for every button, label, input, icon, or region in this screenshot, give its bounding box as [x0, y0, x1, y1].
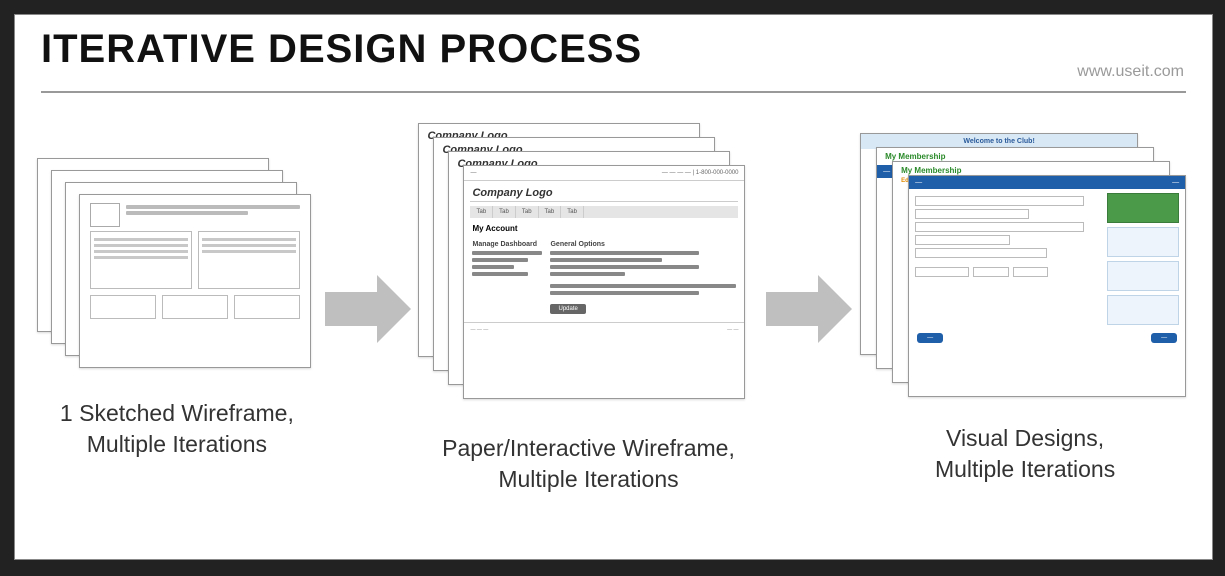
- stage-caption: 1 Sketched Wireframe, Multiple Iteration…: [60, 398, 294, 460]
- stage-caption: Visual Designs, Multiple Iterations: [935, 423, 1115, 485]
- primary-button: —: [917, 333, 943, 343]
- primary-button: —: [1151, 333, 1177, 343]
- wire-card: —— — — — | 1-800-000-0000 Company Logo T…: [463, 165, 745, 399]
- sketch-card: [79, 194, 311, 368]
- wire-stack: Company Logo Company Logo Company Logo —…: [418, 123, 758, 413]
- caption-line: Multiple Iterations: [498, 466, 678, 492]
- visual-stack: Welcome to the Club! My Membership —— My…: [860, 133, 1190, 403]
- update-button: Update: [550, 304, 585, 314]
- company-logo-label: Company Logo: [464, 181, 744, 201]
- stage-wireframe: Company Logo Company Logo Company Logo —…: [418, 123, 758, 495]
- caption-line: 1 Sketched Wireframe,: [60, 400, 294, 426]
- visual-card: ——: [908, 175, 1186, 397]
- section-title: My Account: [464, 222, 744, 235]
- stage-visual: Welcome to the Club! My Membership —— My…: [860, 133, 1190, 485]
- arrow-icon: [766, 275, 852, 343]
- caption-line: Multiple Iterations: [87, 431, 267, 457]
- sketch-stack: [37, 158, 317, 378]
- slide: ITERATIVE DESIGN PROCESS www.useit.com: [14, 14, 1213, 560]
- caption-line: Paper/Interactive Wireframe,: [442, 435, 735, 461]
- side-heading: Manage Dashboard: [472, 241, 542, 248]
- process-row: 1 Sketched Wireframe, Multiple Iteration…: [15, 93, 1212, 495]
- main-heading: General Options: [550, 241, 736, 248]
- stage-caption: Paper/Interactive Wireframe, Multiple It…: [442, 433, 735, 495]
- caption-line: Multiple Iterations: [935, 456, 1115, 482]
- header: ITERATIVE DESIGN PROCESS www.useit.com: [15, 15, 1212, 85]
- caption-line: Visual Designs,: [946, 425, 1104, 451]
- arrow-icon: [325, 275, 411, 343]
- stage-sketch: 1 Sketched Wireframe, Multiple Iteration…: [37, 158, 317, 460]
